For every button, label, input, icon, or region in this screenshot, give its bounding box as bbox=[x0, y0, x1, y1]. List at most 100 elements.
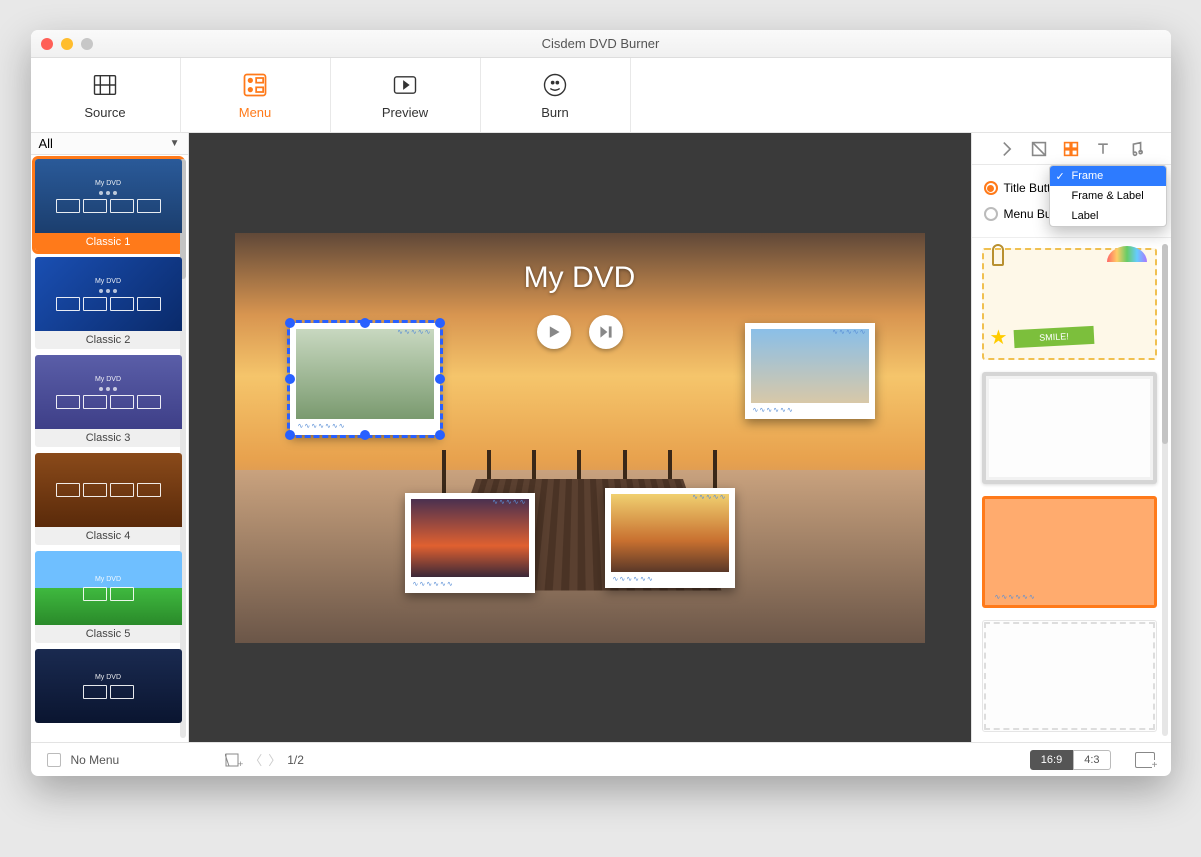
thumb-title: My DVD bbox=[95, 576, 121, 583]
tile-ornament-icon: ∿∿∿∿∿∿∿ bbox=[298, 422, 346, 430]
frame-badge: SMILE! bbox=[1013, 326, 1094, 348]
template-label: Classic 1 bbox=[35, 233, 182, 251]
thumb-title: My DVD bbox=[95, 180, 121, 187]
frames-button[interactable] bbox=[1062, 140, 1080, 158]
video-tile-4[interactable]: ∿∿∿∿∿∿∿∿∿∿∿ bbox=[605, 488, 735, 588]
template-item[interactable]: My DVD Classic 5 bbox=[35, 551, 182, 643]
play-button[interactable] bbox=[537, 315, 571, 349]
aspect-16-9-button[interactable]: 16:9 bbox=[1030, 750, 1073, 770]
frame-scrollbar[interactable] bbox=[1162, 244, 1168, 736]
template-label: Classic 5 bbox=[35, 625, 182, 643]
frame-style-item[interactable] bbox=[982, 620, 1157, 732]
radio-icon bbox=[984, 207, 998, 221]
template-item[interactable]: Classic 4 bbox=[35, 453, 182, 545]
tile-ornament-icon: ∿∿∿∿∿∿ bbox=[613, 575, 654, 583]
frame-style-item[interactable]: ∿∿∿∿∿∿ bbox=[982, 496, 1157, 608]
page-controls: + 〈 〉 1/2 bbox=[225, 750, 304, 769]
source-icon bbox=[91, 71, 119, 99]
star-icon: ★ bbox=[990, 325, 1008, 350]
prohibit-icon bbox=[1031, 141, 1047, 157]
template-thumb bbox=[35, 453, 182, 527]
svg-text:+: + bbox=[238, 759, 243, 768]
template-label: Classic 3 bbox=[35, 429, 182, 447]
template-label: Classic 4 bbox=[35, 527, 182, 545]
thumb-title: My DVD bbox=[95, 674, 121, 681]
tab-burn-label: Burn bbox=[541, 105, 568, 120]
video-tile-3[interactable]: ∿∿∿∿∿∿∿∿∿∿∿ bbox=[405, 493, 535, 593]
next-page-button[interactable]: 〉 bbox=[268, 750, 281, 769]
properties-toolbar bbox=[972, 133, 1171, 165]
app-window: Cisdem DVD Burner Source Menu Preview Bu… bbox=[31, 30, 1171, 776]
titlebar: Cisdem DVD Burner bbox=[31, 30, 1171, 58]
frame-list: ★ SMILE! ∿∿∿∿∿∿ bbox=[972, 238, 1171, 742]
tile-ornament-icon: ∿∿∿∿∿ bbox=[832, 328, 866, 336]
panel-collapse-button[interactable] bbox=[998, 140, 1016, 158]
video-tile-1[interactable]: ∿∿∿∿∿ ∿∿∿∿∿∿∿ bbox=[290, 323, 440, 435]
tile-ornament-icon: ∿∿∿∿∿∿ bbox=[413, 580, 454, 588]
page-indicator: 1/2 bbox=[287, 753, 304, 767]
tab-preview-label: Preview bbox=[382, 105, 428, 120]
tile-ornament-icon: ∿∿∿∿∿ bbox=[692, 493, 726, 501]
template-item[interactable]: My DVD Classic 1 bbox=[35, 159, 182, 251]
template-thumb: My DVD bbox=[35, 257, 182, 331]
no-template-button[interactable] bbox=[1030, 140, 1048, 158]
template-panel: All ▼ My DVD Classic 1 My DVD bbox=[31, 133, 189, 742]
no-menu-checkbox[interactable] bbox=[47, 753, 61, 767]
background-image-button[interactable] bbox=[1135, 752, 1155, 768]
radio-icon bbox=[984, 181, 998, 195]
tab-burn[interactable]: Burn bbox=[481, 58, 631, 132]
main-toolbar: Source Menu Preview Burn bbox=[31, 58, 1171, 133]
thumb-title: My DVD bbox=[95, 376, 121, 383]
video-tile-2[interactable]: ∿∿∿∿∿∿∿∿∿∿∿ bbox=[745, 323, 875, 419]
template-list: My DVD Classic 1 My DVD Classic 2 bbox=[31, 155, 188, 742]
next-button[interactable] bbox=[589, 315, 623, 349]
dvd-title[interactable]: My DVD bbox=[235, 261, 925, 295]
aspect-4-3-button[interactable]: 4:3 bbox=[1073, 750, 1110, 770]
aspect-ratio-toggle: 16:9 4:3 bbox=[1030, 750, 1111, 770]
next-icon bbox=[599, 325, 613, 339]
text-icon bbox=[1095, 141, 1111, 157]
frames-icon bbox=[1063, 141, 1079, 157]
music-button[interactable] bbox=[1126, 140, 1144, 158]
frame-style-item[interactable]: ★ SMILE! bbox=[982, 248, 1157, 360]
tab-source-label: Source bbox=[84, 105, 125, 120]
tab-preview[interactable]: Preview bbox=[331, 58, 481, 132]
template-item[interactable]: My DVD bbox=[35, 649, 182, 723]
preview-icon bbox=[391, 71, 419, 99]
frame-style-item[interactable] bbox=[982, 372, 1157, 484]
template-thumb: My DVD bbox=[35, 551, 182, 625]
text-button[interactable] bbox=[1094, 140, 1112, 158]
filter-value: All bbox=[39, 136, 53, 151]
prev-page-button[interactable]: 〈 bbox=[249, 750, 262, 769]
content-area: All ▼ My DVD Classic 1 My DVD bbox=[31, 133, 1171, 742]
burn-icon bbox=[541, 71, 569, 99]
footer-bar: No Menu + 〈 〉 1/2 16:9 4:3 bbox=[31, 742, 1171, 776]
chevron-down-icon: ▼ bbox=[170, 138, 180, 149]
properties-panel: Title Button Menu Button Frame Frame & L… bbox=[971, 133, 1171, 742]
template-item[interactable]: My DVD Classic 2 bbox=[35, 257, 182, 349]
thumb-title: My DVD bbox=[95, 278, 121, 285]
chevron-right-icon bbox=[999, 141, 1015, 157]
tile-ornament-icon: ∿∿∿∿∿∿ bbox=[753, 406, 794, 414]
template-filter-dropdown[interactable]: All ▼ bbox=[31, 133, 188, 155]
frame-style-dropdown[interactable]: Frame Frame & Label Label bbox=[1049, 165, 1167, 227]
clip-icon bbox=[992, 244, 1004, 266]
add-page-icon[interactable]: + bbox=[225, 752, 243, 768]
rainbow-icon bbox=[1107, 246, 1147, 262]
menu-icon bbox=[241, 71, 269, 99]
template-label: Classic 2 bbox=[35, 331, 182, 349]
template-item[interactable]: My DVD Classic 3 bbox=[35, 355, 182, 447]
tab-source[interactable]: Source bbox=[31, 58, 181, 132]
dropdown-option[interactable]: Frame bbox=[1050, 166, 1166, 186]
canvas-area: My DVD ∿∿∿∿∿ ∿∿∿∿∿∿∿ ∿∿∿∿∿∿∿∿∿∿∿ bbox=[189, 133, 971, 742]
dropdown-option[interactable]: Frame & Label bbox=[1050, 186, 1166, 206]
no-menu-label: No Menu bbox=[71, 753, 120, 767]
template-thumb: My DVD bbox=[35, 355, 182, 429]
tab-menu[interactable]: Menu bbox=[181, 58, 331, 132]
tile-ornament-icon: ∿∿∿∿∿ bbox=[492, 498, 526, 506]
window-title: Cisdem DVD Burner bbox=[31, 36, 1171, 51]
menu-canvas[interactable]: My DVD ∿∿∿∿∿ ∿∿∿∿∿∿∿ ∿∿∿∿∿∿∿∿∿∿∿ bbox=[235, 233, 925, 643]
tile-ornament-icon: ∿∿∿∿∿∿ bbox=[995, 593, 1036, 601]
template-thumb: My DVD bbox=[35, 159, 182, 233]
dropdown-option[interactable]: Label bbox=[1050, 206, 1166, 226]
